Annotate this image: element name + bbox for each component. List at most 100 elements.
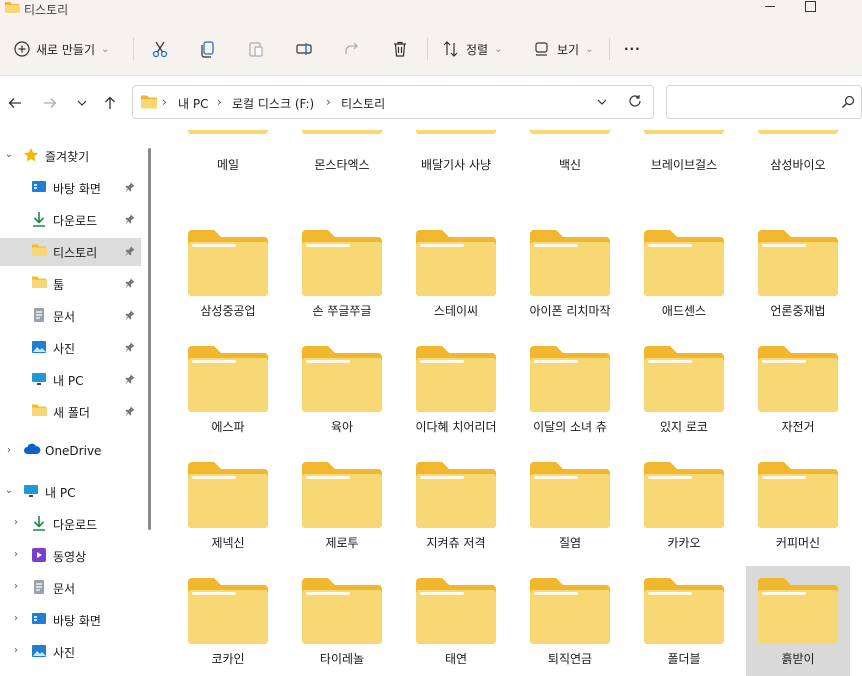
pictures-icon bbox=[31, 339, 47, 358]
folder-tile[interactable]: 카카오 bbox=[632, 450, 736, 562]
search-input[interactable] bbox=[675, 92, 835, 112]
desktop-icon bbox=[31, 611, 47, 630]
folder-tile[interactable]: 배달기사 사냥 bbox=[404, 130, 508, 183]
folder-tile[interactable]: 지켜츄 저격 bbox=[404, 450, 508, 562]
folder-name: 커피머신 bbox=[775, 536, 821, 550]
folder-tile[interactable]: 코카인 bbox=[176, 566, 280, 676]
view-button[interactable]: 보기 ⌄ bbox=[533, 34, 593, 64]
folder-name: 흙받이 bbox=[781, 652, 815, 666]
forward-button[interactable] bbox=[40, 93, 60, 113]
download-icon bbox=[31, 515, 47, 534]
sidebar-item[interactable]: 사진 bbox=[0, 334, 141, 362]
folder-tile[interactable]: 삼성중공업 bbox=[176, 218, 280, 330]
sidebar-item[interactable]: 툼 bbox=[0, 270, 141, 298]
folder-tile[interactable]: 브레이브걸스 bbox=[632, 130, 736, 183]
refresh-button[interactable] bbox=[628, 94, 642, 111]
sidebar-item-label: 바탕 화면 bbox=[53, 182, 101, 196]
search-box[interactable] bbox=[666, 85, 862, 119]
folder-tile[interactable]: 몬스타엑스 bbox=[290, 130, 394, 183]
folder-tile[interactable]: 타이레놀 bbox=[290, 566, 394, 676]
chevron-down-icon[interactable]: ⌄ bbox=[3, 149, 15, 160]
paste-button[interactable] bbox=[247, 34, 265, 64]
folder-tile[interactable]: 삼성바이오 bbox=[746, 130, 850, 183]
folder-icon bbox=[404, 462, 508, 528]
folder-icon bbox=[4, 0, 20, 17]
folder-tile[interactable]: 퇴직연금 bbox=[518, 566, 622, 676]
command-bar: 새로 만들기 ⌄ 정렬 ⌄ 보기 ⌄ ··· bbox=[0, 22, 862, 76]
sidebar-item[interactable]: 바탕 화면 bbox=[0, 174, 141, 202]
share-button[interactable] bbox=[343, 34, 361, 64]
breadcrumb-local-disk[interactable]: 로컬 디스크 (F:) bbox=[232, 95, 314, 112]
sidebar-item[interactable]: ⌄ 즐겨찾기 bbox=[0, 142, 141, 170]
back-button[interactable] bbox=[5, 93, 25, 113]
folder-icon bbox=[632, 230, 736, 296]
sidebar-item[interactable]: 문서 bbox=[0, 302, 141, 330]
folder-tile[interactable]: 손 쭈글쭈글 bbox=[290, 218, 394, 330]
sidebar-item[interactable]: 다운로드 bbox=[0, 206, 141, 234]
folder-tile[interactable]: 태연 bbox=[404, 566, 508, 676]
folder-tile[interactable]: 스테이씨 bbox=[404, 218, 508, 330]
folder-tile[interactable]: 질염 bbox=[518, 450, 622, 562]
rename-button[interactable] bbox=[295, 34, 313, 64]
folder-tile[interactable]: 육아 bbox=[290, 334, 394, 446]
breadcrumb-my-pc[interactable]: 내 PC bbox=[178, 95, 208, 112]
address-history-button[interactable] bbox=[596, 96, 608, 111]
folder-tile[interactable]: 커피머신 bbox=[746, 450, 850, 562]
sort-button[interactable]: 정렬 ⌄ bbox=[442, 34, 502, 64]
view-label: 보기 bbox=[557, 42, 580, 57]
up-button[interactable] bbox=[100, 93, 120, 113]
cut-button[interactable] bbox=[151, 34, 169, 64]
folder-name: 에스파 bbox=[211, 420, 245, 434]
folder-tile[interactable]: 메일 bbox=[176, 130, 280, 183]
folder-tile[interactable]: 흙받이 bbox=[746, 566, 850, 676]
folder-tile[interactable]: 이달의 소녀 츄 bbox=[518, 334, 622, 446]
minimize-button[interactable] bbox=[757, 0, 785, 14]
chevron-down-icon[interactable]: ⌄ bbox=[3, 485, 15, 496]
chevron-right-icon[interactable]: › bbox=[10, 645, 22, 656]
maximize-button[interactable] bbox=[797, 0, 825, 14]
sidebar-item[interactable]: › 동영상 bbox=[0, 542, 141, 570]
folder-name: 삼성바이오 bbox=[770, 158, 826, 172]
desktop-icon bbox=[31, 179, 47, 198]
folder-tile[interactable]: 애드센스 bbox=[632, 218, 736, 330]
sidebar-item[interactable]: ⌄ 내 PC bbox=[0, 478, 141, 506]
recent-locations-button[interactable] bbox=[72, 93, 92, 113]
folder-tile[interactable]: 자전거 bbox=[746, 334, 850, 446]
folder-tile[interactable]: 언론중재법 bbox=[746, 218, 850, 330]
folder-icon bbox=[290, 462, 394, 528]
more-options-button[interactable]: ··· bbox=[624, 34, 641, 64]
folder-tile[interactable]: 제넥신 bbox=[176, 450, 280, 562]
sidebar-item[interactable]: 내 PC bbox=[0, 366, 141, 394]
folder-icon bbox=[632, 462, 736, 528]
folder-tile[interactable]: 에스파 bbox=[176, 334, 280, 446]
pin-icon bbox=[125, 341, 135, 355]
new-button[interactable]: 새로 만들기 ⌄ bbox=[14, 34, 109, 64]
delete-button[interactable] bbox=[391, 34, 409, 64]
sidebar-item[interactable]: › 다운로드 bbox=[0, 510, 141, 538]
copy-button[interactable] bbox=[199, 34, 217, 64]
sidebar-item[interactable]: › 사진 bbox=[0, 638, 141, 666]
sidebar-item[interactable]: › 문서 bbox=[0, 574, 141, 602]
chevron-right-icon[interactable]: › bbox=[10, 613, 22, 624]
sidebar-item[interactable]: › OneDrive bbox=[0, 438, 141, 466]
folder-tile[interactable]: 이다혜 치어리더 bbox=[404, 334, 508, 446]
address-bar[interactable]: › 내 PC › 로컬 디스크 (F:) › 티스토리 bbox=[132, 85, 654, 119]
folder-tile[interactable]: 백신 bbox=[518, 130, 622, 183]
chevron-right-icon[interactable]: › bbox=[3, 445, 15, 456]
folder-tile[interactable]: 제로투 bbox=[290, 450, 394, 562]
sidebar-item[interactable]: › 바탕 화면 bbox=[0, 606, 141, 634]
sidebar-item[interactable]: 새 폴더 bbox=[0, 398, 141, 426]
chevron-right-icon[interactable]: › bbox=[10, 581, 22, 592]
chevron-right-icon[interactable]: › bbox=[10, 517, 22, 528]
sidebar-item-label: 툼 bbox=[53, 278, 65, 292]
folder-tile[interactable]: 폴더블 bbox=[632, 566, 736, 676]
folder-icon bbox=[518, 230, 622, 296]
chevron-right-icon[interactable]: › bbox=[10, 549, 22, 560]
file-list: 메일 몬스타엑스 배달기사 사냥 백신 브레이브걸스 삼성바이오삼성중공업 손 쭈글쭈글 스테… bbox=[156, 130, 862, 676]
folder-tile[interactable]: 있지 로코 bbox=[632, 334, 736, 446]
sidebar-scrollbar[interactable] bbox=[148, 148, 151, 530]
breadcrumb-current[interactable]: 티스토리 bbox=[341, 95, 385, 112]
folder-icon bbox=[518, 346, 622, 412]
sidebar-item[interactable]: 티스토리 bbox=[0, 238, 141, 266]
folder-tile[interactable]: 아이폰 리치마작 bbox=[518, 218, 622, 330]
